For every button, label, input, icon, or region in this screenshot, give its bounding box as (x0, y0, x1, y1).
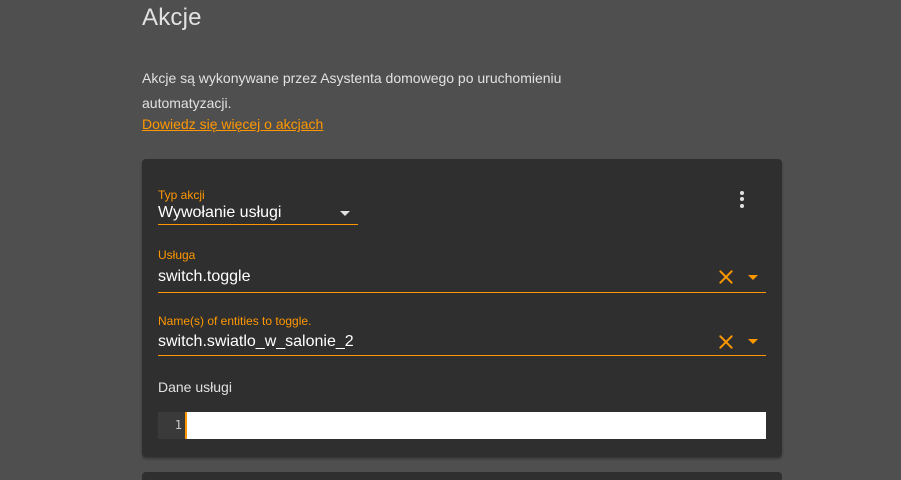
chevron-down-icon[interactable] (340, 210, 350, 216)
menu-dot-icon (740, 190, 744, 195)
clear-icon[interactable] (718, 269, 734, 285)
service-data-label: Dane usługi (158, 379, 232, 395)
service-value: switch.toggle (158, 268, 251, 285)
entities-label: Name(s) of entities to toggle. (158, 314, 312, 328)
entities-value: switch.swiatlo_w_salonie_2 (158, 332, 354, 350)
action-type-dropdown[interactable]: Typ akcji Wywołanie usługi (158, 188, 358, 225)
action-type-label: Typ akcji (158, 188, 205, 202)
next-action-card (142, 472, 782, 480)
code-input-area[interactable] (187, 412, 766, 439)
chevron-down-icon[interactable] (748, 274, 758, 280)
clear-icon[interactable] (718, 334, 734, 350)
action-type-select[interactable]: Wywołanie usługi (158, 202, 358, 225)
learn-more-link[interactable]: Dowiedz się więcej o akcjach (142, 116, 323, 132)
chevron-down-icon[interactable] (748, 339, 758, 344)
more-options-button[interactable] (730, 187, 754, 211)
automation-editor-page: Akcje Akcje są wykonywane przez Asystent… (0, 0, 901, 480)
entities-input[interactable]: switch.swiatlo_w_salonie_2 (158, 328, 766, 356)
line-number: 1 (158, 412, 187, 439)
service-data-code-editor[interactable]: 1 (158, 412, 766, 439)
action-type-value: Wywołanie usługi (158, 204, 282, 221)
section-description: Akcje są wykonywane przez Asystenta domo… (142, 70, 562, 111)
service-picker[interactable]: Usługa switch.toggle (158, 248, 766, 293)
entity-picker[interactable]: Name(s) of entities to toggle. switch.sw… (158, 314, 766, 356)
service-label: Usługa (158, 248, 196, 262)
menu-dot-icon (740, 197, 744, 201)
service-input[interactable]: switch.toggle (158, 262, 766, 293)
section-title: Akcje (142, 4, 202, 31)
menu-dot-icon (740, 203, 744, 208)
action-card: Typ akcji Wywołanie usługi Usługa switch… (142, 159, 782, 457)
